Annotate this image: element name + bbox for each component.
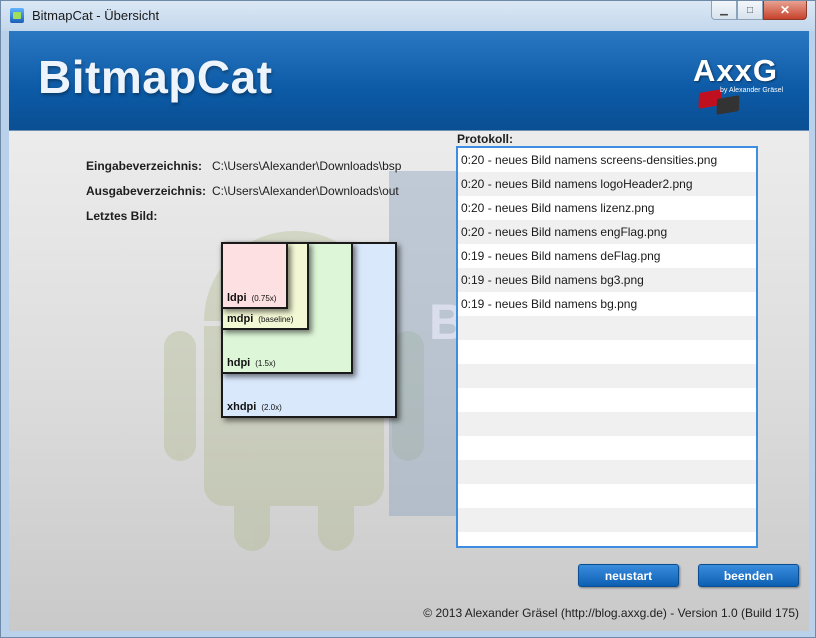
- log-entry[interactable]: 0:19 - neues Bild namens bg.png: [458, 292, 756, 316]
- app-window: BitmapCat - Übersicht ▁ □ ✕ BitmapCat Ax…: [0, 0, 816, 638]
- exit-button[interactable]: beenden: [698, 564, 799, 587]
- log-entry[interactable]: 0:20 - neues Bild namens screens-densiti…: [458, 148, 756, 172]
- logo-card-dark: [716, 95, 740, 115]
- log-empty-row: [458, 412, 756, 436]
- log-empty-row: [458, 436, 756, 460]
- density-label-xhdpi: xhdpi (2.0x): [227, 401, 282, 413]
- log-list[interactable]: 0:20 - neues Bild namens screens-densiti…: [456, 146, 758, 548]
- header-banner: BitmapCat AxxG by Alexander Gräsel: [9, 31, 809, 131]
- restart-button[interactable]: neustart: [578, 564, 679, 587]
- log-empty-row: [458, 340, 756, 364]
- client-area: BitmapCat AxxG by Alexander Gräsel B Ein…: [9, 31, 809, 631]
- app-title: BitmapCat: [38, 51, 273, 103]
- log-empty-row: [458, 508, 756, 532]
- log-entry[interactable]: 0:19 - neues Bild namens deFlag.png: [458, 244, 756, 268]
- close-button[interactable]: ✕: [763, 1, 807, 20]
- minimize-button[interactable]: ▁: [711, 1, 737, 20]
- log-entry[interactable]: 0:20 - neues Bild namens engFlag.png: [458, 220, 756, 244]
- log-entry[interactable]: 0:19 - neues Bild namens bg3.png: [458, 268, 756, 292]
- input-dir-label: Eingabeverzeichnis:: [86, 159, 203, 173]
- log-entry[interactable]: 0:20 - neues Bild namens lizenz.png: [458, 196, 756, 220]
- log-entry[interactable]: 0:20 - neues Bild namens logoHeader2.png: [458, 172, 756, 196]
- maximize-button[interactable]: □: [737, 1, 763, 20]
- axxg-logo: AxxG by Alexander Gräsel: [693, 53, 803, 123]
- logo-subtext: by Alexander Gräsel: [720, 87, 784, 94]
- log-empty-row: [458, 484, 756, 508]
- log-empty-row: [458, 316, 756, 340]
- density-label-hdpi: hdpi (1.5x): [227, 357, 276, 369]
- output-dir-label: Ausgabeverzeichnis:: [86, 184, 207, 198]
- log-empty-row: [458, 388, 756, 412]
- input-dir-value: C:\Users\Alexander\Downloads\bsp: [212, 159, 402, 173]
- title-bar[interactable]: BitmapCat - Übersicht ▁ □ ✕: [1, 1, 815, 31]
- density-box-ldpi: ldpi (0.75x): [221, 242, 288, 309]
- log-empty-row: [458, 364, 756, 388]
- density-label-mdpi: mdpi (baseline): [227, 313, 294, 325]
- app-icon: [10, 8, 24, 23]
- log-empty-row: [458, 460, 756, 484]
- window-controls: ▁ □ ✕: [711, 1, 807, 21]
- logo-text: AxxG: [693, 53, 778, 88]
- density-label-ldpi: ldpi (0.75x): [227, 292, 277, 304]
- footer-copyright: © 2013 Alexander Gräsel (http://blog.axx…: [423, 606, 799, 620]
- log-label: Protokoll:: [457, 132, 513, 146]
- window-title: BitmapCat - Übersicht: [32, 8, 160, 23]
- output-dir-value: C:\Users\Alexander\Downloads\out: [212, 184, 399, 198]
- last-image-label: Letztes Bild:: [86, 209, 158, 223]
